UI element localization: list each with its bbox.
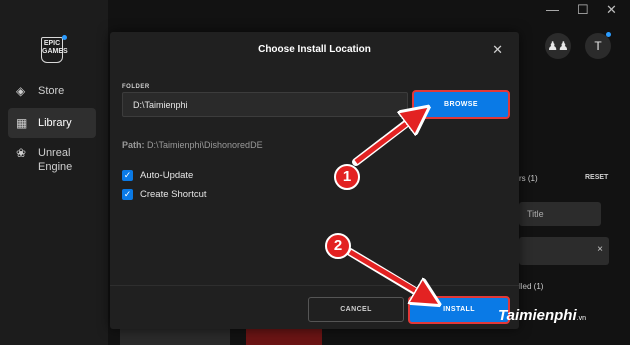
step2-arrow bbox=[348, 249, 428, 298]
step1-arrow bbox=[354, 115, 418, 164]
annotation-arrows bbox=[346, 0, 630, 345]
watermark-text: Taimienphi bbox=[498, 307, 577, 324]
watermark-suffix: .vn bbox=[576, 315, 586, 322]
step-1-marker: 1 bbox=[334, 164, 360, 190]
taimienphi-watermark: Taimienphi.vn bbox=[498, 307, 586, 324]
step-2-marker: 2 bbox=[325, 233, 351, 259]
